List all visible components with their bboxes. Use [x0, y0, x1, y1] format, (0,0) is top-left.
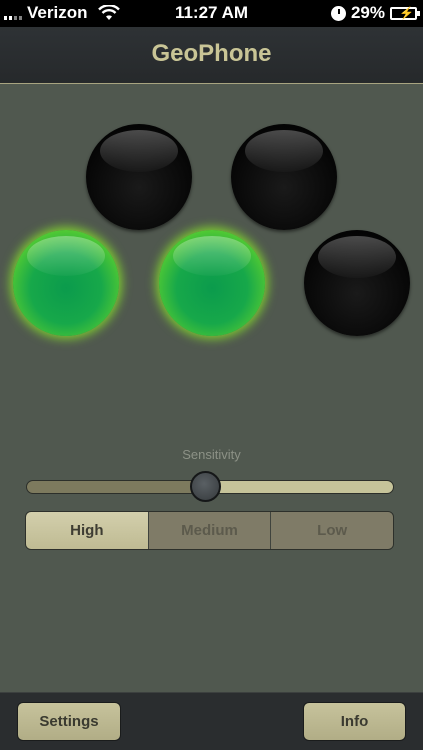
indicator-light [86, 124, 192, 230]
sensitivity-segmented-control: High Medium Low [25, 511, 394, 550]
app-title: GeoPhone [151, 40, 272, 67]
status-right: 29% ⚡ [330, 3, 420, 23]
status-bar: Verizon 11:27 AM 29% ⚡ [0, 0, 423, 27]
segment-medium[interactable]: Medium [148, 512, 272, 549]
indicator-light [13, 230, 119, 336]
segment-high[interactable]: High [26, 512, 149, 549]
indicator-light [231, 124, 337, 230]
alarm-clock-icon [330, 5, 346, 21]
segment-low[interactable]: Low [271, 512, 393, 549]
navigation-bar: GeoPhone [0, 27, 423, 84]
sensitivity-slider-thumb[interactable] [190, 471, 222, 502]
sensitivity-label: Sensitivity [182, 447, 241, 462]
settings-button[interactable]: Settings [17, 702, 121, 741]
bottom-toolbar: Settings Info [0, 692, 423, 750]
info-button[interactable]: Info [303, 702, 406, 741]
battery-icon: ⚡ [390, 6, 420, 20]
battery-percent: 29% [350, 3, 385, 22]
indicator-light [159, 230, 265, 336]
indicator-light [304, 230, 410, 336]
